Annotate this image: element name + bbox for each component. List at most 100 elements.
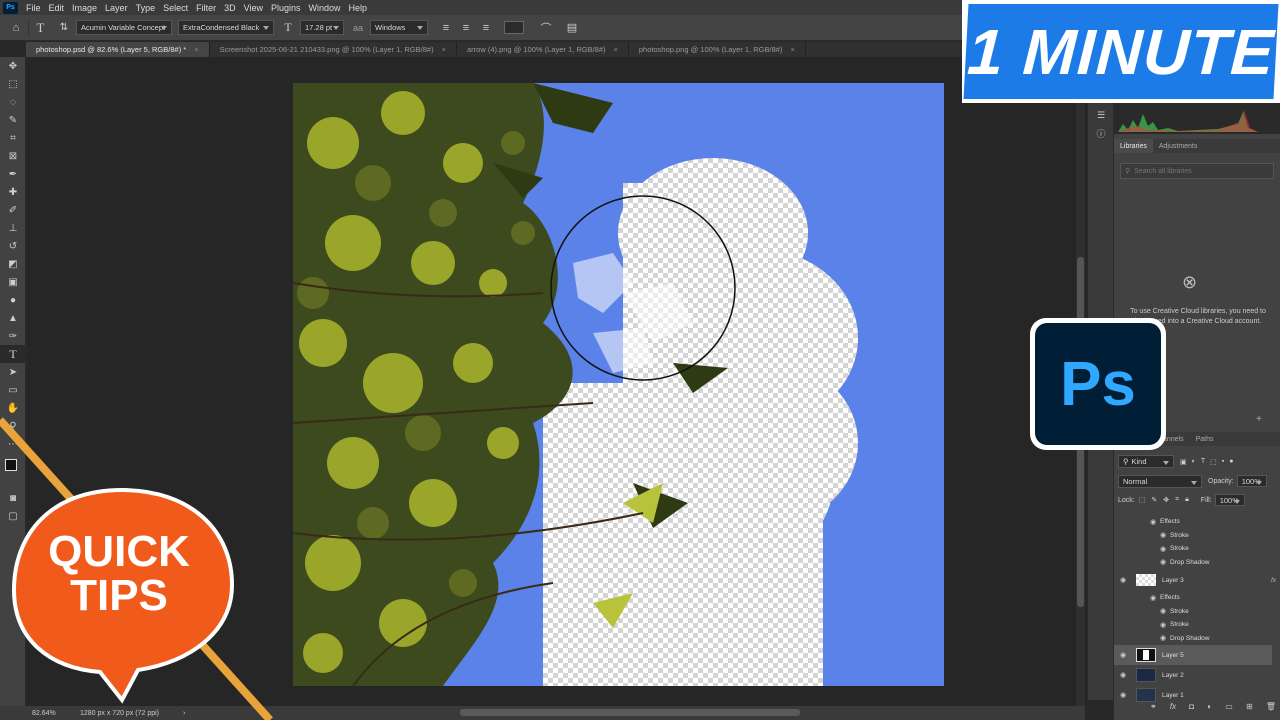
libraries-search[interactable]: ⚲ Search all libraries [1120,163,1274,179]
rectangle-tool-icon[interactable]: ▭ [0,381,26,399]
eye-icon[interactable]: ◉ [1156,531,1170,539]
menu-3d[interactable]: 3D [220,3,240,13]
new-adjustment-icon[interactable]: ◐ [1207,702,1212,716]
tab-screenshot[interactable]: Screenshot 2025-06-21 210433.png @ 100% … [210,42,457,57]
link-layers-icon[interactable]: ⚭ [1150,702,1157,716]
lasso-tool-icon[interactable]: ◌ [0,93,26,111]
menu-help[interactable]: Help [345,3,372,13]
lock-all-icon[interactable]: 🔒︎ [1185,496,1189,504]
align-center-icon[interactable]: ≡ [458,20,474,36]
text-color-swatch[interactable] [504,21,524,34]
effect-row[interactable]: ◉ Stroke [1114,618,1272,632]
filter-adjustment-icon[interactable]: ◐ [1192,458,1196,465]
eyedropper-tool-icon[interactable]: ✒ [0,165,26,183]
filter-toggle-icon[interactable]: ● [1229,458,1233,465]
screen-mode-icon[interactable]: ▢ [0,507,26,525]
menu-image[interactable]: Image [68,3,101,13]
menu-select[interactable]: Select [159,3,192,13]
menu-view[interactable]: View [240,3,267,13]
menu-layer[interactable]: Layer [101,3,132,13]
gradient-tool-icon[interactable]: ▣ [0,273,26,291]
brush-tool-icon[interactable]: ✐ [0,201,26,219]
toggle-text-orientation-icon[interactable]: ⇅ [56,20,72,36]
delete-layer-icon[interactable]: 🗑︎ [1266,702,1276,716]
type-tool-preset-icon[interactable]: T [28,19,52,36]
blur-tool-icon[interactable]: ● [0,291,26,309]
menu-window[interactable]: Window [305,3,345,13]
adjustment-presets-icon[interactable]: ☰ [1088,106,1114,124]
add-style-icon[interactable]: fx [1170,702,1176,716]
align-left-icon[interactable]: ≡ [438,20,454,36]
close-icon[interactable]: × [614,45,618,54]
quick-selection-tool-icon[interactable]: ✎ [0,111,26,129]
crop-tool-icon[interactable]: ⌗ [0,129,26,147]
tab-photoshop-psd[interactable]: photoshop.psd @ 82.6% (Layer 5, RGB/8#) … [26,42,210,57]
info-icon[interactable]: ⓘ [1088,124,1114,142]
document-canvas[interactable] [293,83,944,686]
add-library-icon[interactable]: + [1256,414,1262,425]
opacity-input[interactable]: 100% [1236,475,1267,487]
close-icon[interactable]: × [790,45,794,54]
fx-icon[interactable]: fx [1271,577,1276,584]
eye-icon[interactable]: ◉ [1116,576,1130,584]
eye-icon[interactable]: ◉ [1146,594,1160,602]
eye-icon[interactable]: ◉ [1156,634,1170,642]
zoom-level[interactable]: 82.64% [32,710,76,717]
lock-artboard-icon[interactable]: ⌗ [1175,496,1179,504]
horizontal-scrollbar[interactable] [460,709,800,716]
move-tool-icon[interactable]: ✥ [0,57,26,75]
eye-icon[interactable]: ◉ [1156,558,1170,566]
lock-pixels-icon[interactable]: ✎ [1151,496,1157,504]
filter-shape-icon[interactable]: ⬚ [1210,458,1217,466]
menu-file[interactable]: File [22,3,45,13]
effects-row[interactable]: ◉ Effects [1114,515,1272,529]
eraser-tool-icon[interactable]: ◩ [0,255,26,273]
dodge-tool-icon[interactable]: ▲ [0,309,26,327]
menu-plugins[interactable]: Plugins [267,3,305,13]
document-info[interactable]: 1280 px x 720 px (72 ppi) [80,710,159,717]
tab-paths[interactable]: Paths [1190,432,1220,446]
effect-row[interactable]: ◉ Drop Shadow [1114,556,1272,570]
new-layer-icon[interactable]: ⊞ [1246,702,1253,716]
tab-adjustments[interactable]: Adjustments [1153,139,1204,153]
close-icon[interactable]: × [442,45,446,54]
eye-icon[interactable]: ◉ [1156,607,1170,615]
eye-icon[interactable]: ◉ [1156,621,1170,629]
status-menu-icon[interactable]: › [183,710,185,717]
layer-row-layer-5[interactable]: ◉ Layer 5 [1114,645,1272,665]
fill-input[interactable]: 100% [1214,494,1245,506]
lock-transparent-icon[interactable]: ⬚ [1139,496,1146,504]
effect-row[interactable]: ◉ Stroke [1114,605,1272,619]
filter-pixel-icon[interactable]: ▣ [1180,458,1187,466]
quick-mask-icon[interactable]: ◙ [0,489,26,507]
frame-tool-icon[interactable]: ⊠ [0,147,26,165]
effect-row[interactable]: ◉ Stroke [1114,542,1272,556]
antialias-select[interactable]: Windows [370,20,428,35]
font-size-select[interactable]: 17.28 pt [300,20,344,35]
effects-row[interactable]: ◉ Effects [1114,591,1272,605]
foreground-color-swatch[interactable] [5,459,17,471]
menu-edit[interactable]: Edit [45,3,69,13]
search-input[interactable]: Search all libraries [1134,168,1192,175]
zoom-tool-icon[interactable]: ⚲ [0,417,26,435]
add-mask-icon[interactable]: ◘ [1189,702,1194,716]
eye-icon[interactable]: ◉ [1116,651,1130,659]
edit-toolbar-icon[interactable]: ⋯ [0,435,26,453]
new-group-icon[interactable]: ▭ [1225,702,1233,716]
type-tool-icon[interactable]: T [0,345,26,363]
filter-smart-object-icon[interactable]: ▪ [1222,458,1224,465]
tab-libraries[interactable]: Libraries [1114,139,1153,153]
font-style-select[interactable]: ExtraCondensed Black [178,20,274,35]
healing-brush-tool-icon[interactable]: ✚ [0,183,26,201]
menu-type[interactable]: Type [132,3,160,13]
filter-kind-select[interactable]: ⚲ Kind [1118,455,1174,468]
lock-position-icon[interactable]: ✥ [1163,496,1169,504]
eye-icon[interactable]: ◉ [1146,518,1160,526]
marquee-tool-icon[interactable]: ⬚ [0,75,26,93]
menu-filter[interactable]: Filter [192,3,220,13]
pen-tool-icon[interactable]: ✑ [0,327,26,345]
tab-arrow[interactable]: arrow (4).png @ 100% (Layer 1, RGB/8#) × [457,42,629,57]
eye-icon[interactable]: ◉ [1116,691,1130,699]
warp-text-icon[interactable]: ⌒ [538,20,554,36]
effect-row[interactable]: ◉ Drop Shadow [1114,632,1272,646]
